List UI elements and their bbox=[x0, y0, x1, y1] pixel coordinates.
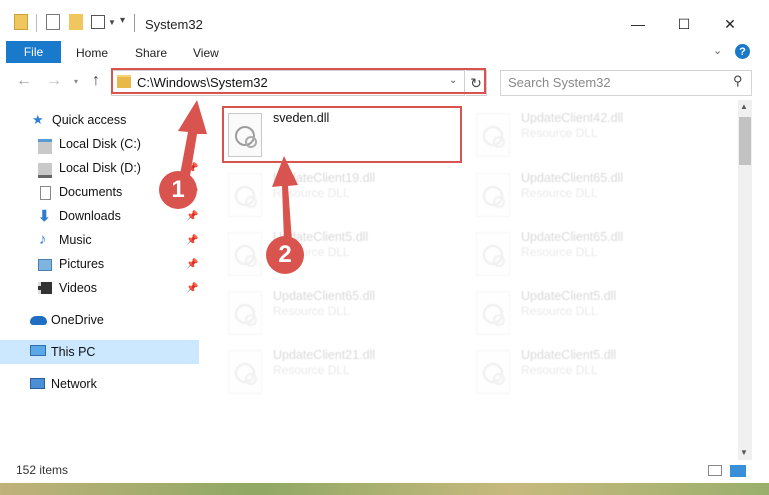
annotation-marker-2: 2 bbox=[266, 236, 304, 274]
scroll-up-icon[interactable]: ▲ bbox=[740, 102, 748, 111]
details-view-icon[interactable] bbox=[708, 465, 722, 476]
large-icons-view-icon[interactable] bbox=[730, 465, 746, 477]
scroll-down-icon[interactable]: ▼ bbox=[740, 448, 748, 457]
status-item-count: 152 items bbox=[16, 463, 69, 477]
arrow-to-address bbox=[178, 100, 207, 182]
annotation-arrows bbox=[178, 100, 298, 241]
arrow-to-file bbox=[272, 156, 298, 241]
annotation-marker-1: 1 bbox=[159, 171, 197, 209]
scrollbar-thumb[interactable] bbox=[739, 117, 751, 165]
desktop-background-strip bbox=[0, 483, 769, 495]
